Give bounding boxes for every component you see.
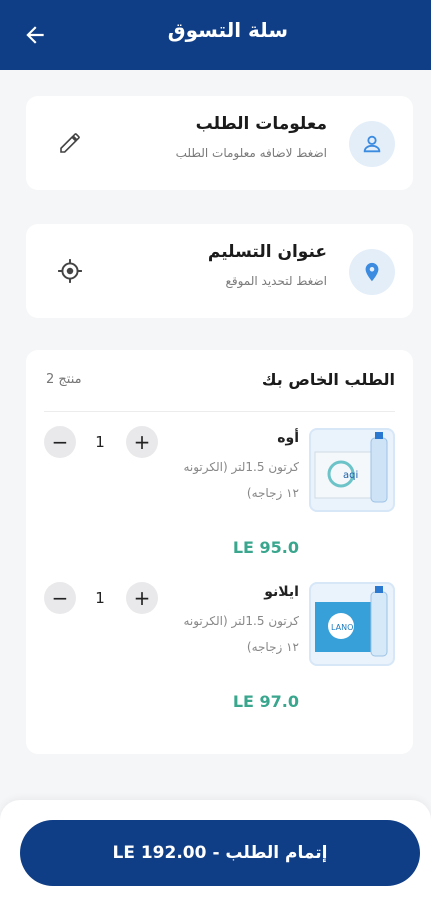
checkout-label: إتمام الطلب - <box>212 843 328 863</box>
delivery-title: عنوان التسليم <box>207 242 327 262</box>
delivery-subtitle: اضغط لتحديد الموقع <box>225 274 327 288</box>
product-name: ايلانو <box>264 584 299 600</box>
product-price: LE 97.0 <box>232 692 299 711</box>
order-title: الطلب الخاص بك <box>261 370 395 389</box>
plus-icon: + <box>133 586 151 610</box>
product-name: أوه <box>277 430 299 446</box>
delivery-address-card[interactable]: عنوان التسليم اضغط لتحديد الموقع <box>26 224 413 318</box>
location-pin-icon <box>349 249 395 295</box>
product-description: كرتون 1.5لتر (الكرتونه ١٢ زجاجه) <box>183 460 299 500</box>
order-info-card[interactable]: معلومات الطلب اضغط لاضافه معلومات الطلب <box>26 96 413 190</box>
gps-target-icon[interactable] <box>56 257 84 285</box>
bottom-bar: إتمام الطلب - LE 192.00 <box>0 800 431 900</box>
product-price: LE 95.0 <box>232 538 299 557</box>
order-info-title: معلومات الطلب <box>195 114 327 134</box>
person-icon <box>349 121 395 167</box>
divider <box>44 411 395 412</box>
increase-qty-button[interactable]: + <box>126 582 158 614</box>
order-items-card: الطلب الخاص بك منتج 2 aqi أوه كرتون 1.5ل… <box>26 350 413 754</box>
app-header: سلة التسوق <box>0 0 431 70</box>
decrease-qty-button[interactable]: − <box>44 426 76 458</box>
product-image-aqi[interactable]: aqi <box>309 428 395 512</box>
decrease-qty-button[interactable]: − <box>44 582 76 614</box>
page-title: سلة التسوق <box>167 18 288 42</box>
product-logo-text: LANO <box>331 623 353 632</box>
increase-qty-button[interactable]: + <box>126 426 158 458</box>
minus-icon: − <box>51 586 69 610</box>
checkout-total: LE 192.00 <box>112 843 207 863</box>
minus-icon: − <box>51 430 69 454</box>
order-count: منتج 2 <box>46 372 82 387</box>
product-image-lano[interactable]: LANO <box>309 582 395 666</box>
order-info-subtitle: اضغط لاضافه معلومات الطلب <box>175 146 327 160</box>
back-arrow-icon[interactable] <box>22 22 48 48</box>
quantity-value: 1 <box>95 589 105 607</box>
plus-icon: + <box>133 430 151 454</box>
product-description: كرتون 1.5لتر (الكرتونه ١٢ زجاجه) <box>183 614 299 654</box>
edit-pencil-icon[interactable] <box>56 129 84 157</box>
quantity-value: 1 <box>95 433 105 451</box>
checkout-button[interactable]: إتمام الطلب - LE 192.00 <box>20 820 420 886</box>
product-logo-text: aqi <box>343 470 358 481</box>
